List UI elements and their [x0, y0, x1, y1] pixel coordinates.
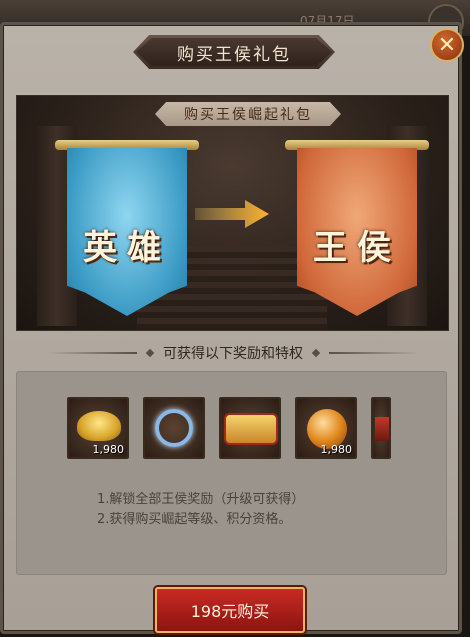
- ring-icon: [155, 409, 193, 447]
- hero-flag-label: 英雄: [83, 228, 171, 268]
- rewards-header-text: 可获得以下奖励和特权: [163, 346, 303, 362]
- lord-flag-label: 王侯: [313, 228, 401, 268]
- diamond-ornament: [311, 348, 321, 358]
- hero-flag: 英雄: [55, 140, 199, 320]
- reward-item-orb[interactable]: 1,980: [295, 397, 357, 459]
- subtitle-banner: 购买王侯崛起礼包: [155, 102, 341, 126]
- arrow-right-icon: [195, 200, 269, 228]
- scene-subtitle: 购买王侯崛起礼包: [184, 107, 312, 123]
- reward-items: 1,980 1,980: [67, 397, 391, 459]
- rewards-header: 可获得以下奖励和特权: [47, 343, 419, 363]
- partial-item-icon: [375, 417, 389, 441]
- reward-item-partial[interactable]: [371, 397, 391, 459]
- close-button[interactable]: ✕: [430, 28, 464, 62]
- close-icon: ✕: [437, 32, 457, 58]
- item-count: 1,980: [320, 443, 353, 456]
- divider-left: [47, 352, 137, 354]
- item-count: 1,980: [92, 443, 125, 456]
- reward-item-gold[interactable]: 1,980: [67, 397, 129, 459]
- reward-item-ring[interactable]: [143, 397, 205, 459]
- divider-right: [329, 352, 419, 354]
- purchase-dialog: 购买王侯礼包 购买王侯崛起礼包 英雄 王侯 可获得以下奖励和特权 1,980 1…: [0, 22, 462, 634]
- diamond-ornament: [145, 348, 155, 358]
- rewards-description: 1.解锁全部王侯奖励（升级可获得） 2.获得购买崛起等级、积分资格。: [97, 490, 304, 530]
- desc-line-2: 2.获得购买崛起等级、积分资格。: [97, 512, 292, 527]
- desc-line-1: 1.解锁全部王侯奖励（升级可获得）: [97, 492, 305, 507]
- promotion-scene: 购买王侯崛起礼包 英雄 王侯: [16, 95, 449, 331]
- title-banner: 购买王侯礼包: [133, 35, 335, 69]
- title-badge-icon: [224, 413, 278, 445]
- dialog-title: 购买王侯礼包: [177, 44, 291, 65]
- rewards-panel: 1,980 1,980 1.解锁全部王侯奖励（升级可获得） 2.获得购买崛起等级…: [16, 371, 447, 575]
- buy-button[interactable]: 198元购买: [155, 587, 305, 633]
- gold-ingot-icon: [77, 411, 121, 441]
- reward-item-title[interactable]: [219, 397, 281, 459]
- lord-flag: 王侯: [285, 140, 429, 320]
